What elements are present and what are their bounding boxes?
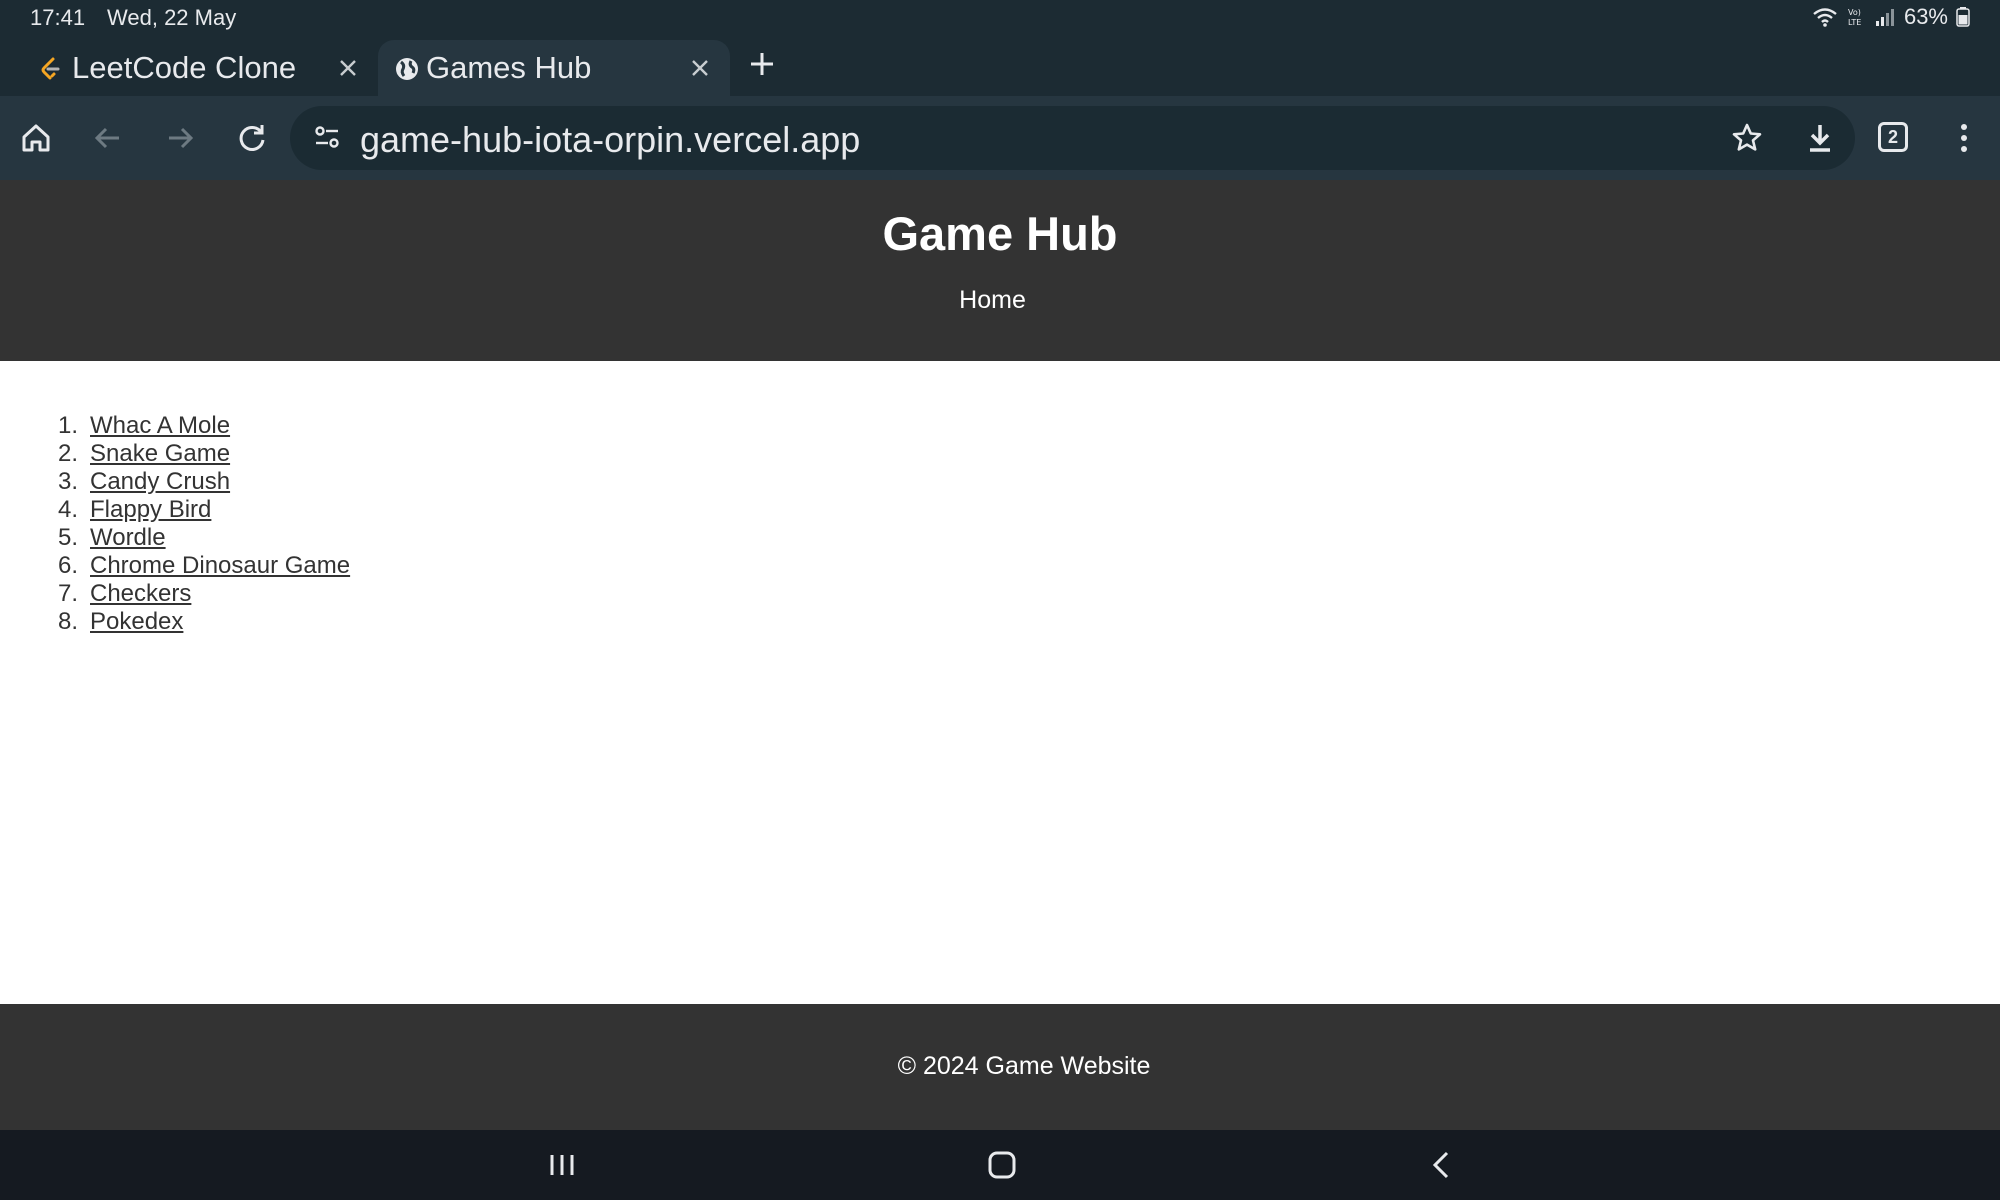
game-link-candy-crush[interactable]: Candy Crush xyxy=(90,468,230,495)
tab-strip: LeetCode Clone Games Hub xyxy=(0,34,2000,96)
list-number: 7. xyxy=(58,580,79,607)
list-item: 8. Pokedex xyxy=(58,608,350,636)
site-settings-icon[interactable] xyxy=(310,120,344,154)
list-item: 5. Wordle xyxy=(58,524,350,552)
svg-text:LTE: LTE xyxy=(1848,18,1861,27)
tab-games-hub[interactable]: Games Hub xyxy=(378,40,730,96)
list-number: 8. xyxy=(58,608,79,635)
tab-title: Games Hub xyxy=(426,50,592,85)
browser-toolbar: game-hub-iota-orpin.vercel.app 2 xyxy=(0,96,2000,180)
new-tab-icon[interactable] xyxy=(746,48,778,80)
game-link-whac-a-mole[interactable]: Whac A Mole xyxy=(90,412,230,439)
footer-copyright: © 2024 Game Website xyxy=(897,1052,1151,1080)
list-number: 3. xyxy=(58,468,79,495)
status-bar: 17:41 Wed, 22 May Vo) LTE 63% xyxy=(0,0,2000,34)
home-button-icon[interactable] xyxy=(984,1147,1020,1183)
page-title: Game Hub xyxy=(882,207,1118,260)
more-menu-icon[interactable] xyxy=(1944,118,1984,158)
battery-percent: 63% xyxy=(1903,4,1948,29)
close-tab-icon[interactable] xyxy=(334,54,362,82)
tab-title: LeetCode Clone xyxy=(72,50,297,85)
list-item: 3. Candy Crush xyxy=(58,468,350,496)
signal-icon xyxy=(1875,9,1894,26)
bookmark-star-icon[interactable] xyxy=(1727,118,1767,158)
close-tab-icon[interactable] xyxy=(686,54,714,82)
site-header: Game Hub Home xyxy=(0,180,2000,361)
site-footer: © 2024 Game Website xyxy=(0,1004,2000,1130)
svg-text:Vo): Vo) xyxy=(1848,8,1861,17)
battery-icon xyxy=(1956,7,1970,27)
list-item: 7. Checkers xyxy=(58,580,350,608)
list-number: 5. xyxy=(58,524,79,551)
url-text[interactable]: game-hub-iota-orpin.vercel.app xyxy=(360,119,860,161)
games-list: 1. Whac A Mole 2. Snake Game 3. Candy Crush… xyxy=(58,412,350,636)
list-item: 1. Whac A Mole xyxy=(58,412,350,440)
list-item: 2. Snake Game xyxy=(58,440,350,468)
status-time: 17:41 xyxy=(30,5,86,30)
download-icon[interactable] xyxy=(1800,118,1840,158)
tab-leetcode-clone[interactable]: LeetCode Clone xyxy=(0,40,378,96)
globe-icon xyxy=(396,58,418,80)
game-link-pokedex[interactable]: Pokedex xyxy=(90,608,183,635)
forward-icon[interactable] xyxy=(160,118,200,158)
nav-home-link[interactable]: Home xyxy=(0,286,1985,315)
recent-apps-icon[interactable] xyxy=(544,1147,580,1183)
status-icons: Vo) LTE 63% xyxy=(1812,4,1970,30)
list-number: 2. xyxy=(58,440,79,467)
back-icon[interactable] xyxy=(88,118,128,158)
list-number: 4. xyxy=(58,496,79,523)
game-link-flappy-bird[interactable]: Flappy Bird xyxy=(90,496,211,523)
back-button-icon[interactable] xyxy=(1424,1147,1460,1183)
volte-icon: Vo) LTE xyxy=(1848,8,1861,27)
game-link-wordle[interactable]: Wordle xyxy=(90,524,166,551)
list-item: 6. Chrome Dinosaur Game xyxy=(58,552,350,580)
game-link-snake-game[interactable]: Snake Game xyxy=(90,440,230,467)
system-navigation-bar xyxy=(0,1130,2000,1200)
list-item: 4. Flappy Bird xyxy=(58,496,350,524)
list-number: 6. xyxy=(58,552,79,579)
leetcode-favicon xyxy=(41,57,60,80)
wifi-icon xyxy=(1813,8,1837,27)
list-number: 1. xyxy=(58,412,79,439)
reload-icon[interactable] xyxy=(232,118,272,158)
home-icon[interactable] xyxy=(16,118,56,158)
status-date: Wed, 22 May xyxy=(107,5,237,30)
game-link-checkers[interactable]: Checkers xyxy=(90,580,191,607)
address-bar[interactable]: game-hub-iota-orpin.vercel.app xyxy=(290,106,1855,170)
game-link-chrome-dinosaur-game[interactable]: Chrome Dinosaur Game xyxy=(90,552,350,579)
tab-switcher-button[interactable]: 2 xyxy=(1878,122,1908,152)
